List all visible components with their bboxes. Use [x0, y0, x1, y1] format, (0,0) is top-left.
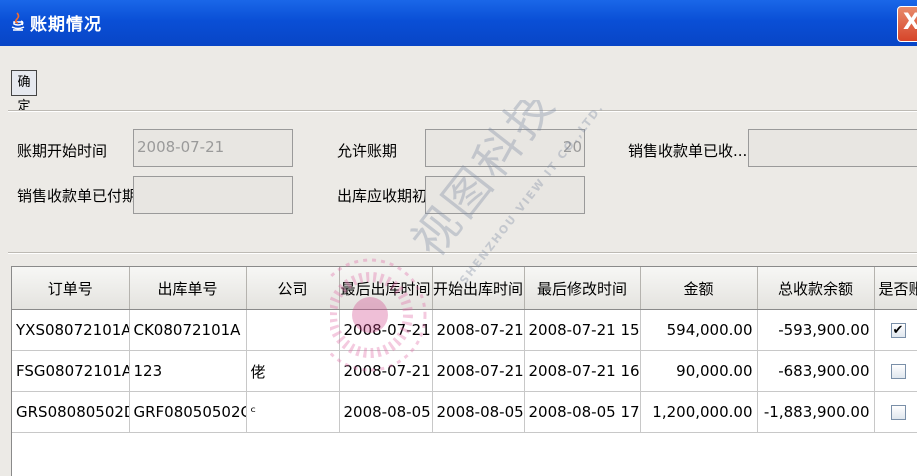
- last-out-cell: 2008-07-21: [339, 350, 433, 392]
- outbound-number-cell: CK08072101A: [129, 309, 247, 351]
- column-header[interactable]: 是否账: [874, 267, 917, 310]
- company-cell: ᶜ: [246, 391, 340, 433]
- balance-cell: -593,900.00: [757, 309, 875, 351]
- outbound-receivable-field[interactable]: [425, 176, 585, 214]
- allowed-period-field[interactable]: 20: [425, 129, 585, 167]
- sales-received-field[interactable]: [748, 129, 917, 167]
- amount-cell: 90,000.00: [640, 350, 758, 392]
- outbound-number-cell: 123: [129, 350, 247, 392]
- title-bar[interactable]: 账期情况 X: [0, 0, 917, 46]
- amount-cell: 1,200,000.00: [640, 391, 758, 433]
- table-row[interactable]: FSG08072101A 123 佬 2008-07-21 2008-07-21…: [12, 350, 917, 392]
- company-cell: [246, 309, 340, 351]
- start-out-cell: 2008-07-21: [432, 350, 525, 392]
- allowed-period-label: 允许账期: [337, 142, 398, 160]
- account-checkbox[interactable]: [890, 405, 906, 420]
- order-number-cell: YXS08072101A: [12, 309, 130, 351]
- account-checkbox-cell: ✔: [874, 309, 917, 351]
- modified-cell: 2008-07-21 16:...: [524, 350, 641, 392]
- last-out-cell: 2008-07-21: [339, 309, 433, 351]
- column-header[interactable]: 最后修改时间: [524, 267, 641, 310]
- form-separator: [8, 252, 917, 254]
- toolbar-separator: [8, 110, 917, 112]
- column-header[interactable]: 总收款余额: [757, 267, 875, 310]
- window-title: 账期情况: [30, 15, 102, 35]
- table-header-row: 订单号 出库单号 公司 最后出库时间 开始出库时间 最后修改时间 金额 总收款余…: [12, 267, 917, 310]
- table-row[interactable]: YXS08072101A CK08072101A 2008-07-21 2008…: [12, 309, 917, 351]
- outbound-number-cell: GRF08050502G: [129, 391, 247, 433]
- last-out-cell: 2008-08-05: [339, 391, 433, 433]
- modified-cell: 2008-07-21 15:...: [524, 309, 641, 351]
- sales-paid-field[interactable]: [133, 176, 293, 214]
- column-header[interactable]: 公司: [246, 267, 340, 310]
- start-out-cell: 2008-08-05: [432, 391, 525, 433]
- sales-received-label: 销售收款单已收...: [628, 142, 748, 160]
- order-number-cell: FSG08072101A: [12, 350, 130, 392]
- company-cell: 佬: [246, 350, 340, 392]
- account-period-table[interactable]: 订单号 出库单号 公司 最后出库时间 开始出库时间 最后修改时间 金额 总收款余…: [11, 266, 917, 476]
- close-button[interactable]: X: [897, 6, 917, 42]
- column-header[interactable]: 金额: [640, 267, 758, 310]
- account-checkbox[interactable]: ✔: [890, 323, 906, 338]
- table-row[interactable]: GRS08080502D GRF08050502G ᶜ 2008-08-05 2…: [12, 391, 917, 433]
- sales-paid-label: 销售收款单已付期: [17, 187, 138, 205]
- column-header[interactable]: 开始出库时间: [432, 267, 525, 310]
- amount-cell: 594,000.00: [640, 309, 758, 351]
- column-header[interactable]: 订单号: [12, 267, 130, 310]
- start-date-label: 账期开始时间: [17, 142, 108, 160]
- column-header[interactable]: 最后出库时间: [339, 267, 433, 310]
- start-date-field[interactable]: 2008-07-21: [133, 129, 293, 167]
- start-out-cell: 2008-07-21: [432, 309, 525, 351]
- order-number-cell: GRS08080502D: [12, 391, 130, 433]
- start-date-value: 2008-07-21: [137, 138, 225, 156]
- account-checkbox-cell: [874, 350, 917, 392]
- balance-cell: -1,883,900.00: [757, 391, 875, 433]
- java-cup-icon: [11, 12, 25, 31]
- close-icon: X: [903, 10, 917, 35]
- allowed-period-value: 20: [562, 138, 582, 156]
- balance-cell: -683,900.00: [757, 350, 875, 392]
- confirm-button[interactable]: 确定: [11, 70, 37, 114]
- outbound-receivable-label: 出库应收期初: [337, 187, 428, 205]
- column-header[interactable]: 出库单号: [129, 267, 247, 310]
- account-checkbox-cell: [874, 391, 917, 433]
- account-checkbox[interactable]: [890, 364, 906, 379]
- modified-cell: 2008-08-05 17:...: [524, 391, 641, 433]
